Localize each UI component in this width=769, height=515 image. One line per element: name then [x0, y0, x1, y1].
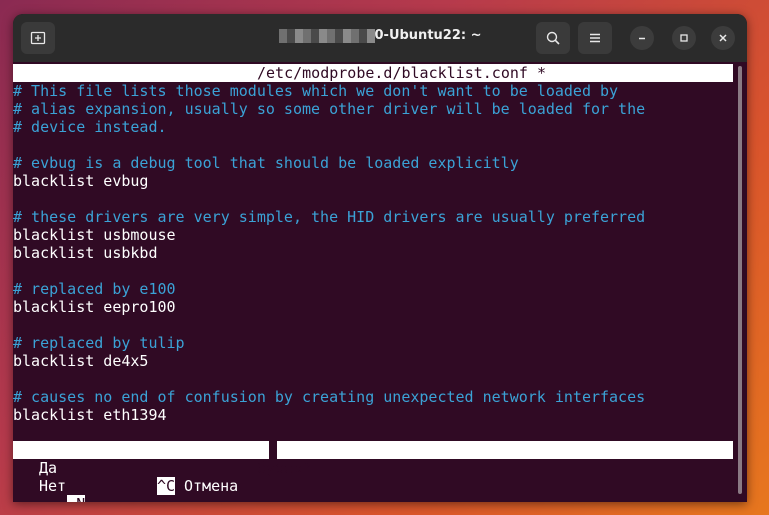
- comment-line: # alias expansion, usually so some other…: [13, 100, 646, 118]
- search-button[interactable]: [536, 22, 570, 54]
- title-bar: 0-Ubuntu22: ~: [13, 14, 747, 63]
- code-line: blacklist usbmouse: [13, 226, 176, 244]
- comment-line: # device instead.: [13, 118, 167, 136]
- code-line: blacklist usbkbd: [13, 244, 158, 262]
- search-icon: [546, 31, 560, 45]
- option-labels-popup: Да Нет ^C Отмена: [31, 459, 251, 495]
- redacted-username: [278, 28, 375, 43]
- minimize-button[interactable]: [630, 26, 654, 50]
- maximize-button[interactable]: [672, 26, 696, 50]
- comment-line: # these drivers are very simple, the HID…: [13, 208, 646, 226]
- prompt-input-field[interactable]: [269, 441, 277, 459]
- option-yes-label[interactable]: Да: [39, 459, 57, 477]
- code-line: blacklist eth1394: [13, 406, 167, 424]
- new-tab-icon: [30, 31, 46, 45]
- comment-line: # replaced by e100: [13, 280, 176, 298]
- comment-line: # This file lists those modules which we…: [13, 82, 619, 100]
- code-line: blacklist de4x5: [13, 352, 149, 370]
- comment-line: # causes no end of confusion by creating…: [13, 388, 646, 406]
- minimize-icon: [639, 37, 645, 40]
- nano-filename: /etc/modprobe.d/blacklist.conf *: [257, 64, 546, 82]
- code-line: blacklist eepro100: [13, 298, 176, 316]
- option-cancel-label[interactable]: Отмена: [184, 477, 238, 495]
- window-title-text: 0-Ubuntu22: ~: [374, 28, 482, 43]
- save-prompt-bar: Сохранить изменённый буфер?: [13, 441, 733, 477]
- close-button[interactable]: [711, 26, 735, 50]
- new-tab-button[interactable]: [21, 22, 55, 54]
- terminal-content[interactable]: GNU nano 6.2 /etc/modprobe.d/blacklist.c…: [13, 62, 747, 502]
- option-no-key: N: [67, 495, 86, 502]
- maximize-icon: [680, 34, 688, 42]
- option-no-label[interactable]: Нет: [39, 477, 66, 495]
- comment-line: # replaced by tulip: [13, 334, 185, 352]
- option-cancel-key[interactable]: ^C: [157, 477, 176, 495]
- menu-button[interactable]: [578, 22, 612, 54]
- comment-line: # evbug is a debug tool that should be l…: [13, 154, 519, 172]
- hamburger-menu-icon: [590, 33, 600, 43]
- code-line: blacklist evbug: [13, 172, 149, 190]
- close-icon: [719, 34, 727, 42]
- terminal-window: 0-Ubuntu22: ~ GNU nano 6.2 /etc/modprobe…: [13, 14, 747, 502]
- nano-header-bar: GNU nano 6.2 /etc/modprobe.d/blacklist.c…: [13, 64, 733, 100]
- window-title: 0-Ubuntu22: ~: [213, 28, 547, 43]
- scrollbar[interactable]: [738, 66, 742, 494]
